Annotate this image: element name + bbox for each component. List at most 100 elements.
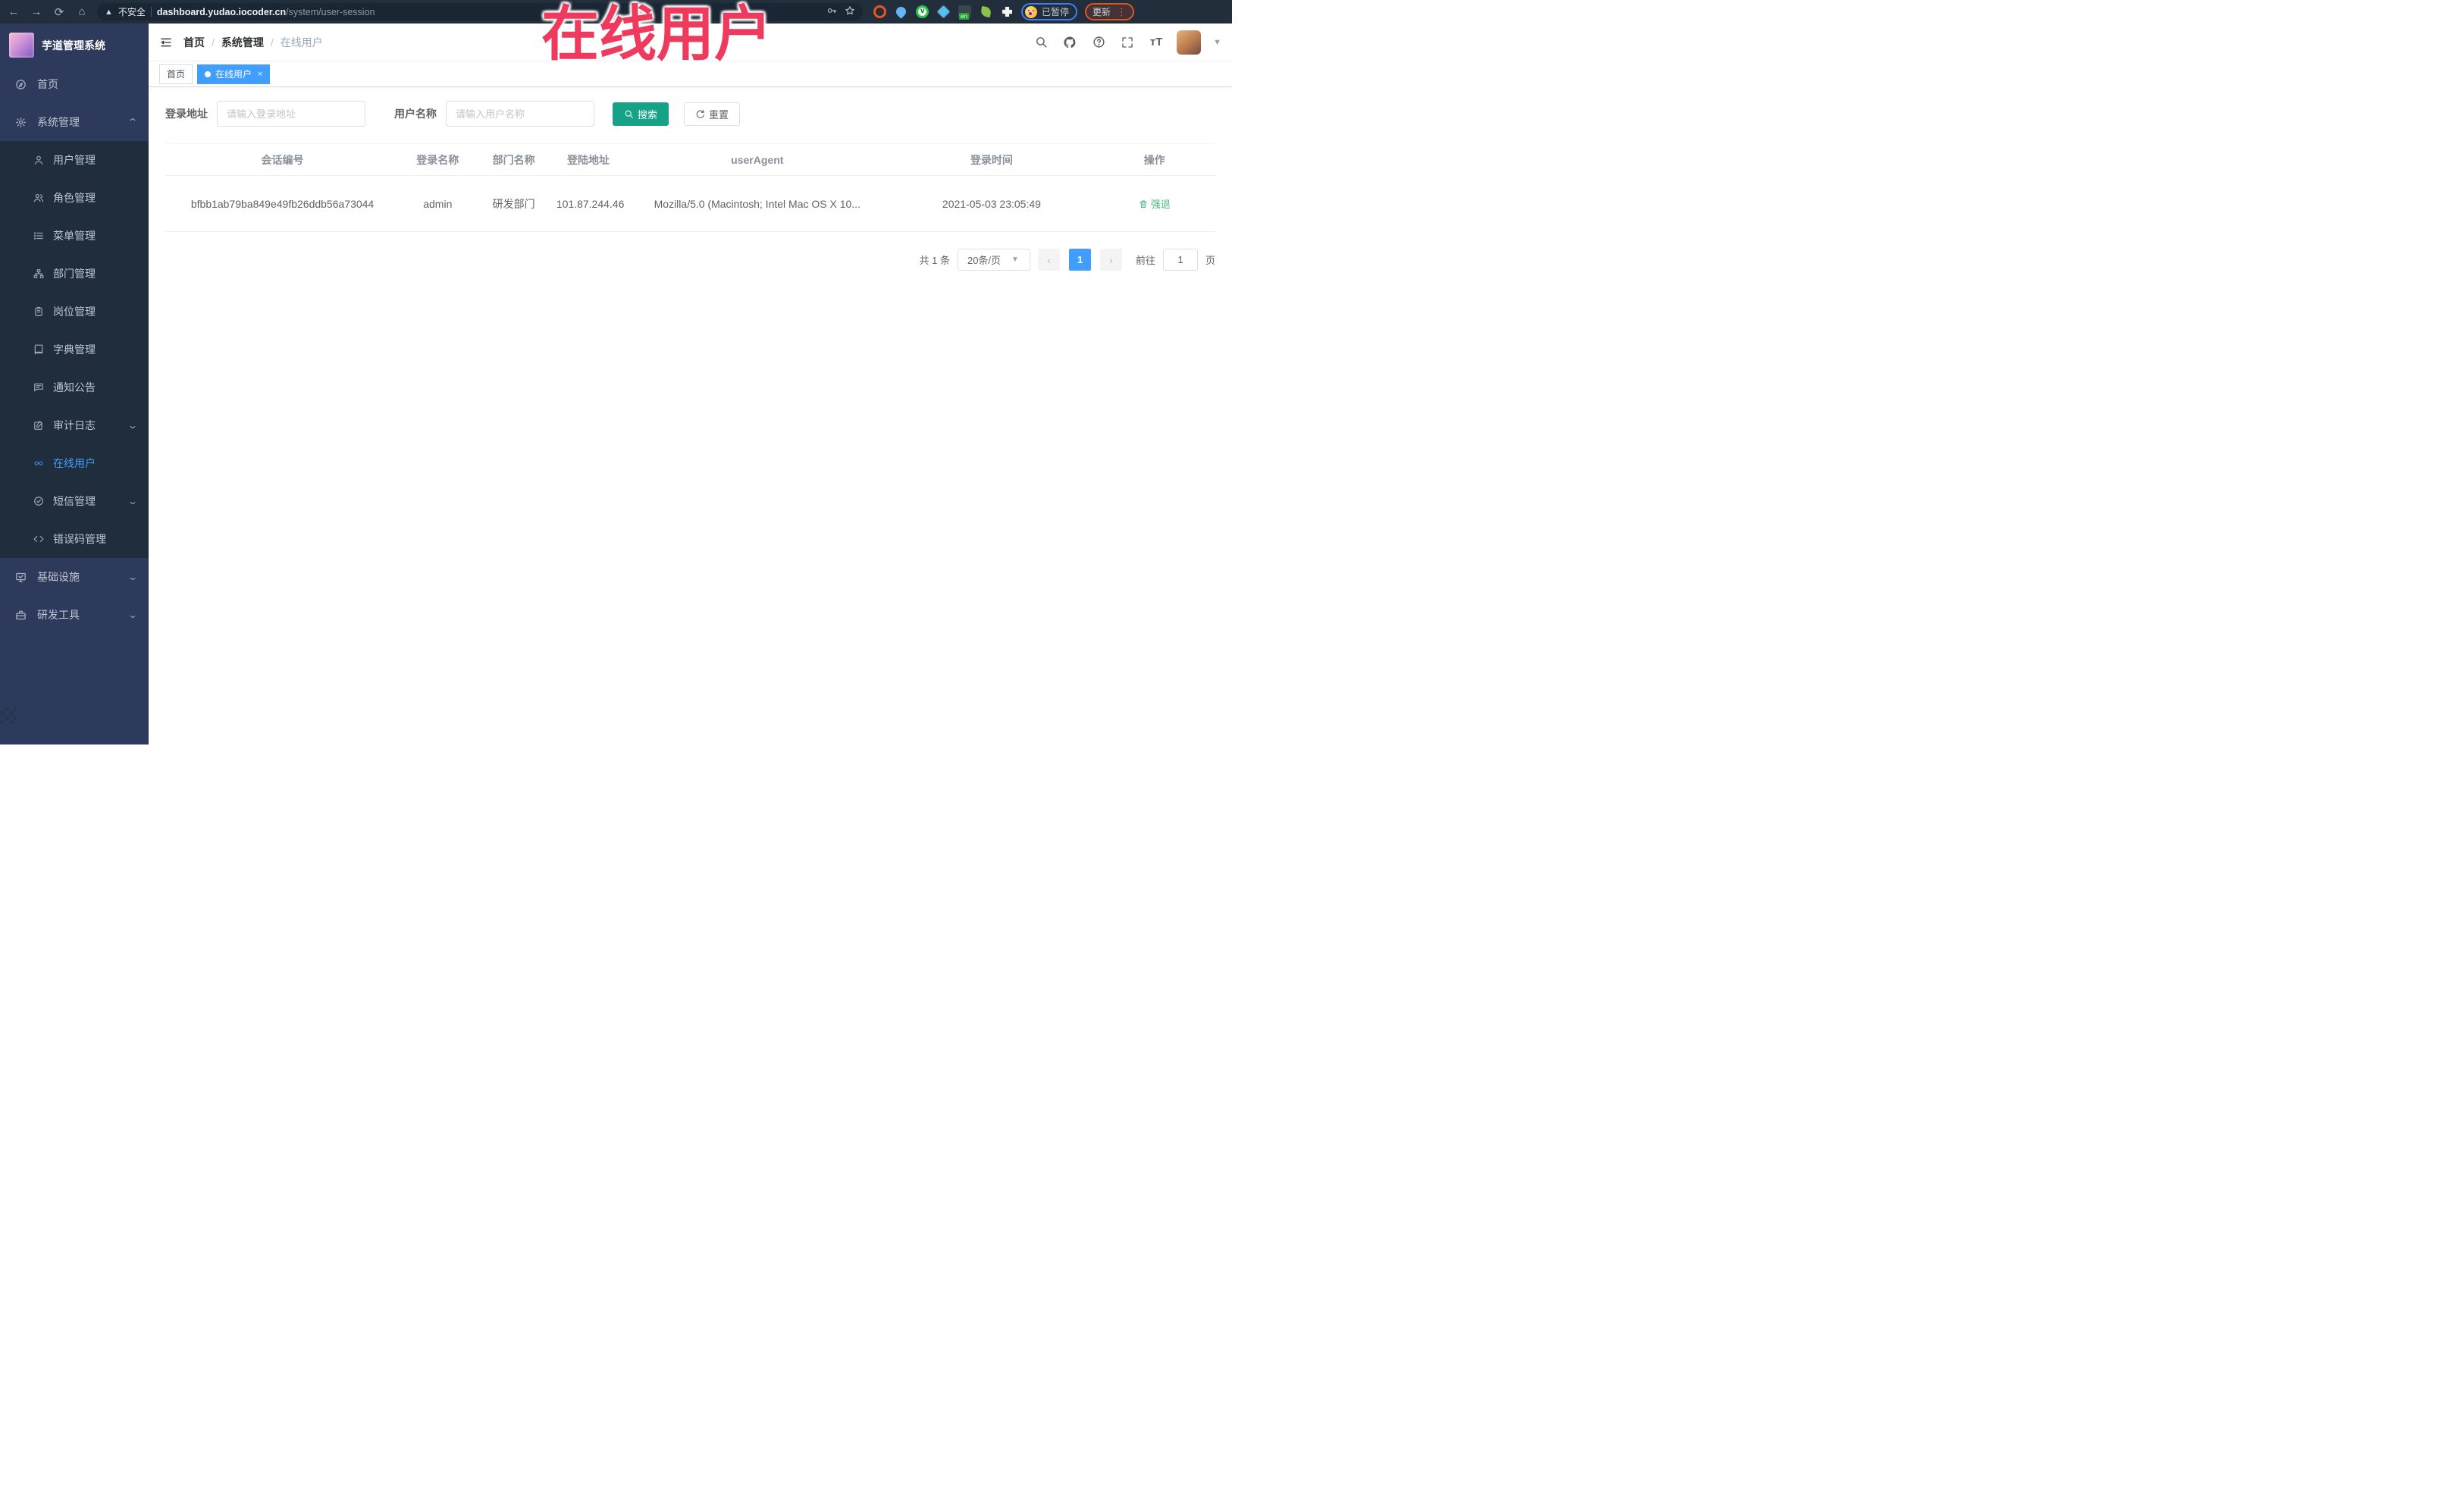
chevron-down-icon: ⌄: [127, 572, 139, 582]
github-icon[interactable]: [1061, 34, 1078, 51]
back-icon[interactable]: ←: [6, 5, 21, 20]
sidebar-item-label: 短信管理: [53, 495, 96, 507]
cell-login-ip: 101.87.244.46: [551, 175, 625, 232]
sidebar-item-post-mgmt[interactable]: 岗位管理: [0, 293, 149, 331]
forward-icon[interactable]: →: [29, 5, 44, 20]
sidebar-group-system[interactable]: 系统管理 ⌃: [0, 103, 149, 141]
browser-profile-chip[interactable]: 已暂停: [1021, 3, 1078, 20]
sidebar-item-online-users[interactable]: 在线用户: [0, 444, 149, 482]
update-label: 更新: [1092, 7, 1111, 17]
help-icon[interactable]: [1090, 34, 1107, 51]
sidebar-item-audit-log[interactable]: 审计日志 ⌄: [0, 406, 149, 444]
tab-online-users[interactable]: 在线用户 ×: [197, 64, 271, 84]
goto-page-input[interactable]: [1162, 249, 1198, 271]
search-button[interactable]: 搜索: [613, 102, 669, 126]
sidebar-item-label: 部门管理: [53, 268, 96, 280]
sidebar-collapse-icon[interactable]: [159, 36, 173, 49]
sidebar-item-dept-mgmt[interactable]: 部门管理: [0, 255, 149, 293]
search-icon[interactable]: [1033, 34, 1049, 51]
app-logo-row[interactable]: 芋道管理系统: [0, 24, 149, 65]
app-header: 首页 / 系统管理 / 在线用户 ᴛT ▼: [149, 24, 1232, 61]
sidebar-item-menu-mgmt[interactable]: 菜单管理: [0, 217, 149, 255]
warning-icon: ▲: [105, 7, 113, 17]
home-icon[interactable]: ⌂: [74, 5, 89, 20]
force-logout-button[interactable]: 强退: [1139, 196, 1171, 211]
message-icon: [34, 383, 43, 392]
chevron-up-icon: ⌃: [127, 117, 139, 127]
sidebar-item-errorcode-mgmt[interactable]: 错误码管理: [0, 520, 149, 558]
ubuntu-extension-icon[interactable]: [873, 5, 886, 18]
sidebar-item-label: 在线用户: [53, 457, 96, 469]
sidebar-group-devtools[interactable]: 研发工具 ⌄: [0, 596, 149, 634]
reload-icon[interactable]: ⟳: [52, 5, 67, 20]
breadcrumb: 首页 / 系统管理 / 在线用户: [183, 35, 323, 50]
fullscreen-icon[interactable]: [1119, 34, 1136, 51]
sidebar-item-notice[interactable]: 通知公告: [0, 368, 149, 406]
breadcrumb-separator: /: [212, 36, 215, 49]
browser-update-button[interactable]: 更新 ⋮: [1085, 3, 1135, 20]
col-login-time: 登录时间: [889, 143, 1094, 176]
screen: ← → ⟳ ⌂ ▲ 不安全 dashboard.yudao.iocoder.cn…: [0, 0, 1232, 744]
sidebar-item-sms-mgmt[interactable]: 短信管理 ⌄: [0, 482, 149, 520]
breadcrumb-separator: /: [270, 36, 274, 49]
refresh-icon: [696, 109, 704, 118]
col-actions: 操作: [1093, 143, 1215, 176]
breadcrumb-system[interactable]: 系统管理: [221, 35, 264, 50]
login-address-input[interactable]: [217, 101, 365, 127]
leaf-extension-icon[interactable]: [980, 5, 992, 18]
tag-view-bar: 首页 在线用户 ×: [149, 61, 1232, 87]
next-page-button[interactable]: ›: [1099, 249, 1122, 271]
cell-login-name: admin: [400, 175, 476, 232]
gem-extension-icon[interactable]: [937, 5, 950, 18]
browser-menu-icon[interactable]: ⋮: [1117, 6, 1127, 18]
col-login-ip: 登陆地址: [551, 143, 625, 176]
caret-down-icon: ▼: [1011, 255, 1019, 264]
sidebar-item-label: 通知公告: [53, 381, 96, 393]
page-content: 登录地址 用户名称 搜索 重置: [149, 87, 1232, 744]
col-session-id: 会话编号: [165, 143, 400, 176]
sidebar-group-infra[interactable]: 基础设施 ⌄: [0, 558, 149, 596]
page-url[interactable]: dashboard.yudao.iocoder.cn/system/user-s…: [157, 7, 375, 17]
sidebar-group-label: 系统管理: [37, 116, 80, 128]
gear-icon: [15, 117, 27, 127]
sidebar-item-dict-mgmt[interactable]: 字典管理: [0, 331, 149, 368]
page-unit-label: 页: [1205, 255, 1215, 266]
col-dept-name: 部门名称: [475, 143, 552, 176]
page-size-select[interactable]: 20条/页 ▼: [957, 249, 1030, 271]
sidebar-menu: 首页 系统管理 ⌃ 用户管理 角色管理 菜单管理 部门管理 岗位管理 字典管理 …: [0, 65, 149, 744]
breadcrumb-current: 在线用户: [280, 36, 323, 49]
sidebar-item-user-mgmt[interactable]: 用户管理: [0, 141, 149, 179]
system-submenu: 用户管理 角色管理 菜单管理 部门管理 岗位管理 字典管理 通知公告 审计日志 …: [0, 141, 149, 558]
drop-extension-icon[interactable]: [894, 5, 908, 19]
tab-home[interactable]: 首页: [159, 64, 193, 84]
emoji-avatar-icon: [1025, 5, 1037, 18]
active-dot-icon: [205, 71, 212, 77]
url-path: /system/user-session: [286, 6, 375, 17]
green-v-extension-icon[interactable]: [916, 5, 929, 18]
puzzle-extensions-icon[interactable]: [1001, 5, 1014, 18]
font-size-icon[interactable]: ᴛT: [1148, 34, 1165, 51]
force-logout-label: 强退: [1150, 199, 1171, 210]
sidebar: 芋道管理系统 首页 系统管理 ⌃ 用户管理 角色管理 菜单管理 部门管理 岗位管…: [0, 24, 149, 744]
en-translate-extension-icon[interactable]: [958, 5, 971, 20]
caret-down-icon[interactable]: ▼: [1213, 38, 1221, 47]
security-label[interactable]: 不安全: [118, 5, 146, 18]
badge-icon: [35, 306, 42, 316]
close-icon[interactable]: ×: [258, 70, 262, 79]
col-login-name: 登录名称: [400, 143, 476, 176]
address-bar[interactable]: ▲ 不安全 dashboard.yudao.iocoder.cn/system/…: [97, 3, 863, 20]
sidebar-group-label: 基础设施: [37, 571, 80, 583]
cell-user-agent: Mozilla/5.0 (Macintosh; Intel Mac OS X 1…: [654, 197, 861, 210]
page-number-1[interactable]: 1: [1068, 249, 1091, 271]
reset-button[interactable]: 重置: [684, 102, 741, 126]
username-input[interactable]: [446, 101, 594, 127]
prev-page-button[interactable]: ‹: [1037, 249, 1060, 271]
sidebar-item-home[interactable]: 首页: [0, 65, 149, 103]
star-icon[interactable]: [845, 5, 855, 18]
sidebar-item-role-mgmt[interactable]: 角色管理: [0, 179, 149, 217]
key-icon[interactable]: [826, 5, 837, 18]
sidebar-item-label: 岗位管理: [53, 306, 96, 318]
avatar[interactable]: [1177, 30, 1202, 55]
col-user-agent: userAgent: [625, 143, 890, 176]
breadcrumb-home[interactable]: 首页: [183, 35, 205, 50]
